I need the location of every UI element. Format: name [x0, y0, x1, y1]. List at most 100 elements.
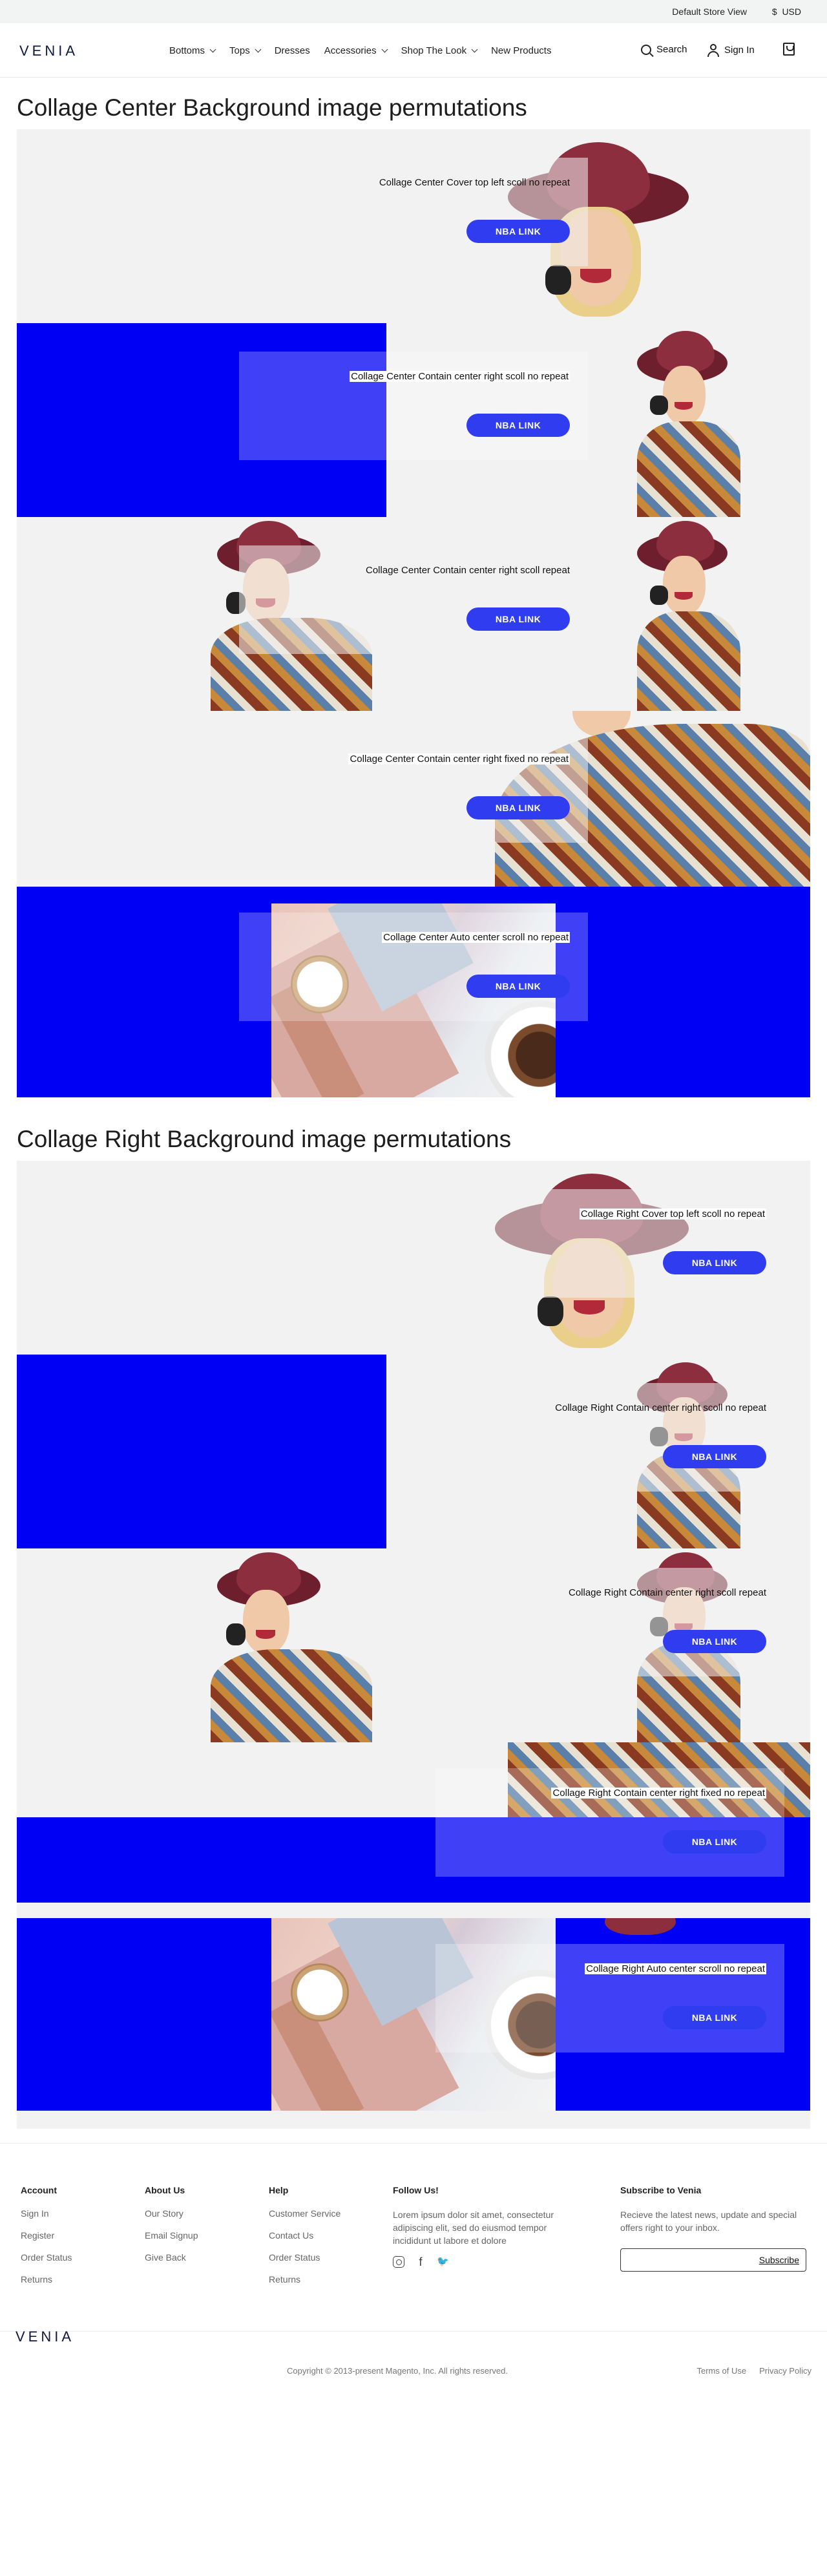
model-image — [585, 1918, 715, 1941]
subscribe-email-field[interactable]: Subscribe — [620, 2248, 806, 2272]
nba-link-button[interactable]: NBA LINK — [663, 1251, 766, 1274]
footer-column-title: About Us — [145, 2185, 185, 2195]
nba-link-button[interactable]: NBA LINK — [663, 1830, 766, 1853]
site-header: VENIA Bottoms Tops Dresses Accessories S… — [0, 23, 827, 78]
banner-panel: Collage Center Contain center right scol… — [17, 517, 810, 711]
privacy-policy-link[interactable]: Privacy Policy — [759, 2366, 811, 2376]
terms-of-use-link[interactable]: Terms of Use — [697, 2366, 747, 2376]
nba-link-button[interactable]: NBA LINK — [466, 414, 570, 437]
footer-column-title: Account — [21, 2185, 57, 2195]
nav-label: Bottoms — [169, 45, 205, 56]
user-icon — [707, 44, 719, 57]
search-label: Search — [656, 44, 687, 55]
footer-venia-logo[interactable]: VENIA — [16, 2328, 74, 2345]
banner-panel: Collage Center Contain center right scol… — [17, 323, 810, 517]
banner-text: Collage Center Contain center right scol… — [350, 371, 570, 382]
banner-content: Collage Right Contain center right scoll… — [435, 1568, 784, 1676]
nav-item-dresses[interactable]: Dresses — [275, 45, 310, 56]
banner-panel: Collage Center Cover top left scoll no r… — [17, 129, 810, 323]
chevron-down-icon — [209, 46, 216, 52]
nba-link-button[interactable]: NBA LINK — [663, 1630, 766, 1653]
nav-label: Tops — [229, 45, 250, 56]
blue-background-block — [17, 1355, 386, 1548]
footer-link[interactable]: Sign In — [21, 2208, 72, 2219]
footer-link[interactable]: Returns — [21, 2274, 72, 2285]
nba-link-button[interactable]: NBA LINK — [466, 607, 570, 631]
banner-content: Collage Right Auto center scroll no repe… — [435, 1944, 784, 2053]
nba-link-button[interactable]: NBA LINK — [466, 796, 570, 819]
collage-right-group: Collage Right Cover top left scoll no re… — [17, 1161, 810, 2129]
nav-item-accessories[interactable]: Accessories — [324, 45, 388, 56]
currency-code: USD — [782, 6, 801, 17]
chevron-down-icon — [381, 46, 388, 52]
facebook-icon[interactable]: f — [415, 2256, 426, 2268]
banner-panel: Collage Right Contain center right scoll… — [17, 1548, 810, 1742]
banner-panel: Collage Right Auto center scroll no repe… — [17, 1918, 810, 2111]
footer-column-help: Help Customer Service Contact Us Order S… — [269, 2185, 340, 2296]
main-nav: Bottoms Tops Dresses Accessories Shop Th… — [169, 45, 565, 56]
banner-panel: Collage Right Contain center right scoll… — [17, 1355, 810, 1548]
twitter-icon[interactable]: 🐦 — [437, 2256, 449, 2268]
section-title-collage-right: Collage Right Background image permutati… — [17, 1126, 512, 1152]
footer-link[interactable]: Email Signup — [145, 2230, 198, 2241]
footer-link[interactable]: Order Status — [269, 2252, 340, 2263]
chevron-down-icon — [471, 46, 478, 52]
footer-column-account: Account Sign In Register Order Status Re… — [21, 2185, 72, 2296]
nav-item-new-products[interactable]: New Products — [491, 45, 551, 56]
instagram-icon[interactable] — [393, 2256, 404, 2268]
nba-link-button[interactable]: NBA LINK — [663, 2006, 766, 2029]
follow-text: Lorem ipsum dolor sit amet, consectetur … — [393, 2210, 554, 2246]
currency-symbol: $ — [771, 6, 777, 17]
currency-switcher[interactable]: $ USD — [772, 6, 801, 17]
footer-column-subscribe: Subscribe to Venia Recieve the latest ne… — [620, 2185, 806, 2234]
footer-column-title: Follow Us! — [393, 2185, 439, 2195]
section-title-collage-center: Collage Center Background image permutat… — [17, 94, 527, 121]
footer-link[interactable]: Give Back — [145, 2252, 198, 2263]
footer-column-title: Help — [269, 2185, 289, 2195]
nav-item-tops[interactable]: Tops — [229, 45, 262, 56]
banner-text: Collage Center Contain center right fixe… — [348, 754, 570, 765]
legal-links: Terms of Use Privacy Policy — [697, 2366, 812, 2376]
shopping-bag-icon — [783, 43, 795, 56]
footer-link[interactable]: Register — [21, 2230, 72, 2241]
footer-column-follow: Follow Us! Lorem ipsum dolor sit amet, c… — [393, 2185, 580, 2268]
banner-content: Collage Right Cover top left scoll no re… — [435, 1189, 784, 1298]
nav-label: Dresses — [274, 45, 310, 56]
store-switcher[interactable]: Default Store View — [672, 6, 747, 17]
nav-label: Accessories — [324, 45, 377, 56]
banner-content: Collage Center Auto center scroll no rep… — [239, 913, 588, 1021]
site-footer: Account Sign In Register Order Status Re… — [0, 2143, 827, 2576]
model-image — [637, 331, 766, 517]
banner-text: Collage Right Contain center right scoll… — [555, 1402, 766, 1413]
model-image — [211, 1552, 372, 1742]
footer-divider — [0, 2331, 827, 2332]
sign-in-button[interactable]: Sign In — [707, 44, 755, 57]
footer-link[interactable]: Order Status — [21, 2252, 72, 2263]
cart-trigger[interactable] — [783, 43, 795, 56]
venia-logo[interactable]: VENIA — [19, 43, 78, 59]
banner-text: Collage Center Auto center scroll no rep… — [382, 932, 570, 943]
top-utility-bar: Default Store View $ USD — [0, 0, 827, 23]
search-trigger[interactable]: Search — [641, 44, 687, 55]
footer-link[interactable]: Our Story — [145, 2208, 198, 2219]
banner-panel: Collage Center Auto center scroll no rep… — [17, 887, 810, 1097]
subscribe-button[interactable]: Subscribe — [759, 2255, 799, 2265]
nba-link-button[interactable]: NBA LINK — [663, 1445, 766, 1468]
banner-content: Collage Center Contain center right scol… — [239, 352, 588, 460]
subscribe-text: Recieve the latest news, update and spec… — [620, 2210, 797, 2233]
nav-label: Shop The Look — [401, 45, 467, 56]
banner-text: Collage Right Cover top left scoll no re… — [579, 1209, 766, 1219]
banner-content: Collage Center Cover top left scoll no r… — [239, 158, 588, 266]
nba-link-button[interactable]: NBA LINK — [466, 220, 570, 243]
nba-link-button[interactable]: NBA LINK — [466, 975, 570, 998]
nav-item-shop-the-look[interactable]: Shop The Look — [401, 45, 478, 56]
banner-panel: Collage Center Contain center right fixe… — [17, 711, 810, 887]
model-image — [637, 521, 766, 711]
nav-item-bottoms[interactable]: Bottoms — [169, 45, 216, 56]
footer-link[interactable]: Contact Us — [269, 2230, 340, 2241]
chevron-down-icon — [255, 46, 262, 52]
footer-link[interactable]: Returns — [269, 2274, 340, 2285]
social-links: f 🐦 — [393, 2256, 580, 2268]
footer-link[interactable]: Customer Service — [269, 2208, 340, 2219]
banner-text: Collage Center Cover top left scoll no r… — [379, 177, 570, 188]
